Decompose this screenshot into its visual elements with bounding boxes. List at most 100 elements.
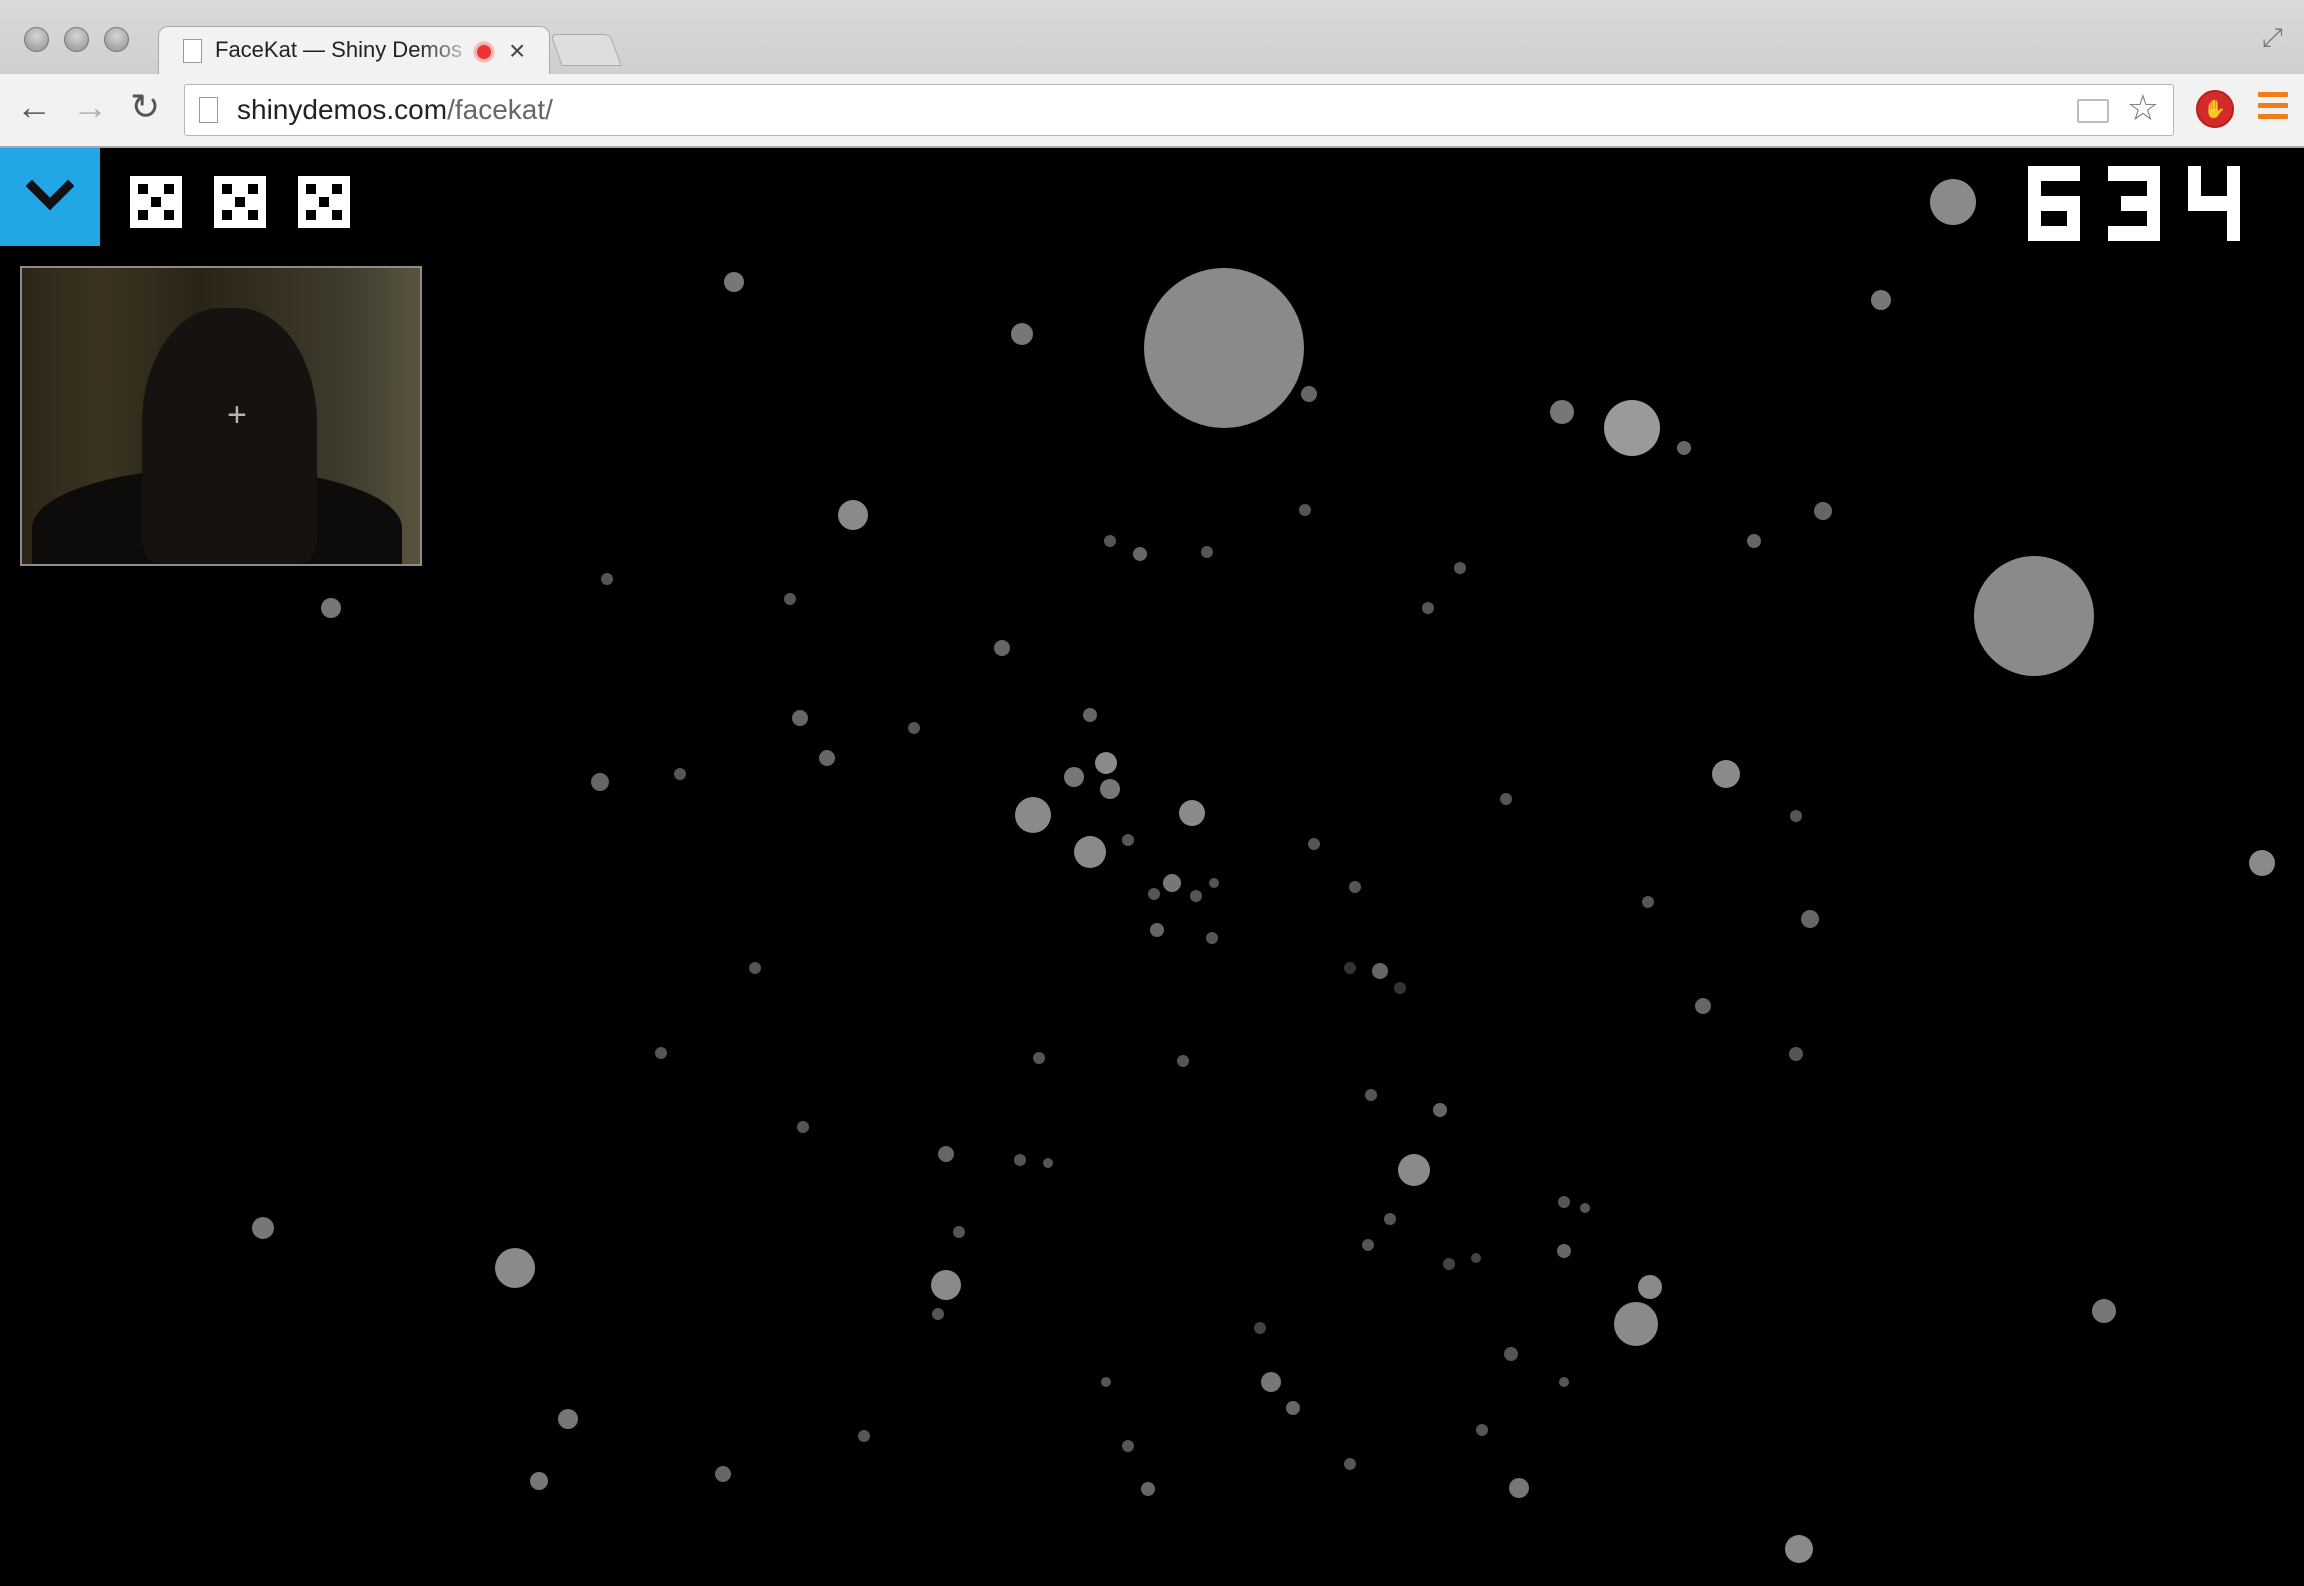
ball <box>1033 1052 1045 1064</box>
ball <box>1789 1047 1803 1061</box>
ball <box>1011 323 1033 345</box>
ball <box>792 710 808 726</box>
webcam-preview: + <box>20 266 422 566</box>
forward-button[interactable]: → <box>72 86 108 128</box>
ball <box>1301 386 1317 402</box>
ball <box>1505 1350 1515 1360</box>
ball <box>1141 1482 1155 1496</box>
ball <box>601 573 613 585</box>
ball <box>1801 910 1819 928</box>
ball <box>1433 1103 1447 1117</box>
ball <box>1398 1154 1430 1186</box>
reload-button[interactable]: ↻ <box>130 86 160 128</box>
ball <box>1254 1322 1266 1334</box>
ball <box>1144 268 1304 428</box>
ball <box>591 773 609 791</box>
ball <box>994 640 1010 656</box>
ball <box>1104 535 1116 547</box>
bookmark-star-icon[interactable]: ☆ <box>2127 87 2159 129</box>
ball <box>1604 400 1660 456</box>
ball <box>1206 932 1218 944</box>
zoom-window-button[interactable] <box>104 27 129 52</box>
webcam-face <box>142 308 317 564</box>
page-icon <box>199 97 218 123</box>
ball <box>1559 1377 1569 1387</box>
life-icon <box>130 176 182 228</box>
crosshair-icon: + <box>227 396 247 434</box>
ball <box>530 1472 548 1490</box>
ball <box>1365 1089 1377 1101</box>
ball <box>1712 760 1740 788</box>
ball <box>1500 793 1512 805</box>
ball <box>1344 962 1356 974</box>
ball <box>1814 502 1832 520</box>
life-icon <box>214 176 266 228</box>
ball <box>932 1308 944 1320</box>
ball <box>1790 810 1802 822</box>
ball <box>1074 836 1106 868</box>
adblock-icon[interactable]: ✋ <box>2196 90 2234 128</box>
ball <box>1871 290 1891 310</box>
url-text[interactable]: shinydemos.com/facekat/ <box>237 94 553 126</box>
ball <box>1471 1253 1481 1263</box>
score-digit <box>2108 166 2160 241</box>
close-window-button[interactable] <box>24 27 49 52</box>
ball <box>1344 1458 1356 1470</box>
score-display <box>2028 166 2240 241</box>
ball <box>1642 896 1654 908</box>
new-tab-button[interactable] <box>550 34 622 66</box>
url-host: shinydemos.com <box>237 94 448 125</box>
ball <box>1454 562 1466 574</box>
drawer-toggle-button[interactable] <box>0 148 100 246</box>
tab-close-icon[interactable]: × <box>509 33 525 69</box>
ball <box>749 962 761 974</box>
ball <box>1014 1154 1026 1166</box>
ball <box>1083 708 1097 722</box>
ball <box>1190 890 1202 902</box>
tab-facekat[interactable]: FaceKat — Shiny Demos × <box>158 26 550 75</box>
ball <box>1785 1535 1813 1563</box>
address-bar[interactable]: shinydemos.com/facekat/ ☆ <box>184 84 2174 136</box>
recording-icon <box>473 41 495 63</box>
ball <box>558 1409 578 1429</box>
ball <box>797 1121 809 1133</box>
toolbar: ← → ↻ shinydemos.com/facekat/ ☆ ✋ <box>0 74 2304 146</box>
ball <box>655 1047 667 1059</box>
ball <box>1177 1055 1189 1067</box>
ball <box>1362 1239 1374 1251</box>
ball <box>1614 1302 1658 1346</box>
ball <box>1122 1440 1134 1452</box>
ball <box>953 1226 965 1238</box>
menu-icon[interactable] <box>2258 92 2288 125</box>
game-canvas[interactable]: + <box>0 148 2304 1586</box>
ball <box>1122 834 1134 846</box>
ball <box>1133 547 1147 561</box>
life-icon <box>298 176 350 228</box>
ball <box>819 750 835 766</box>
back-button[interactable]: ← <box>16 86 52 128</box>
score-digit <box>2028 166 2080 241</box>
ball <box>1638 1275 1662 1299</box>
ball <box>1100 779 1120 799</box>
ball <box>252 1217 274 1239</box>
ball <box>1101 1377 1111 1387</box>
ball <box>1372 963 1388 979</box>
ball <box>784 593 796 605</box>
ball <box>1209 878 1219 888</box>
ball <box>1550 400 1574 424</box>
ball <box>321 598 341 618</box>
ball <box>1422 602 1434 614</box>
ball <box>1015 797 1051 833</box>
page-icon <box>183 39 202 63</box>
fullscreen-icon[interactable]: ⤢ <box>2262 22 2283 54</box>
ball <box>1064 767 1084 787</box>
camera-icon[interactable] <box>2077 99 2109 123</box>
ball <box>1148 888 1160 900</box>
ball <box>1150 923 1164 937</box>
ball <box>838 500 868 530</box>
minimize-window-button[interactable] <box>64 27 89 52</box>
ball <box>1558 1196 1570 1208</box>
ball <box>715 1466 731 1482</box>
ball <box>1261 1372 1281 1392</box>
ball <box>1043 1158 1053 1168</box>
